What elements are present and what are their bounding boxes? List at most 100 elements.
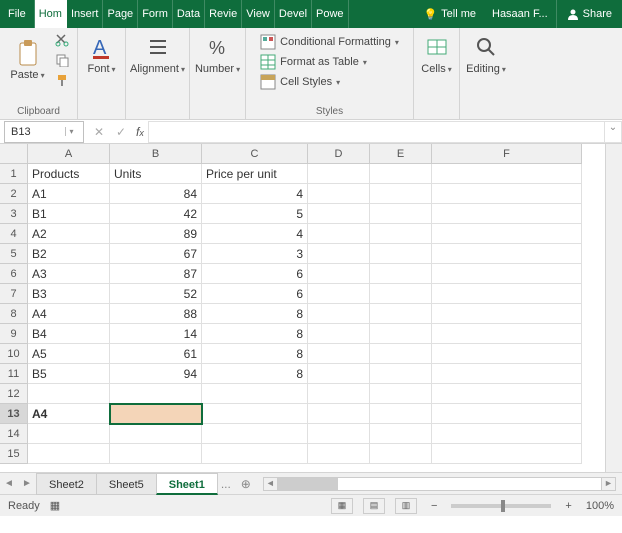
cell-F11[interactable] bbox=[432, 364, 582, 384]
ribbon-tab-form[interactable]: Form bbox=[138, 0, 173, 28]
zoom-level[interactable]: 100% bbox=[586, 500, 614, 512]
cell-C11[interactable]: 8 bbox=[202, 364, 308, 384]
conditional-formatting-button[interactable]: Conditional Formatting▾ bbox=[258, 33, 401, 51]
cell-F14[interactable] bbox=[432, 424, 582, 444]
cell-D4[interactable] bbox=[308, 224, 370, 244]
cell-E5[interactable] bbox=[370, 244, 432, 264]
cell-C12[interactable] bbox=[202, 384, 308, 404]
cell-A9[interactable]: B4 bbox=[28, 324, 110, 344]
ribbon-tab-insert[interactable]: Insert bbox=[67, 0, 104, 28]
sheet-tab-sheet1[interactable]: Sheet1 bbox=[156, 473, 218, 495]
cell-C5[interactable]: 3 bbox=[202, 244, 308, 264]
row-header-3[interactable]: 3 bbox=[0, 204, 28, 224]
cell-E15[interactable] bbox=[370, 444, 432, 464]
row-header-4[interactable]: 4 bbox=[0, 224, 28, 244]
cell-B4[interactable]: 89 bbox=[110, 224, 202, 244]
cell-F12[interactable] bbox=[432, 384, 582, 404]
row-header-8[interactable]: 8 bbox=[0, 304, 28, 324]
cell-E7[interactable] bbox=[370, 284, 432, 304]
row-header-15[interactable]: 15 bbox=[0, 444, 28, 464]
cell-E6[interactable] bbox=[370, 264, 432, 284]
cell-C14[interactable] bbox=[202, 424, 308, 444]
page-break-view-button[interactable]: ▥ bbox=[395, 498, 417, 514]
chevron-down-icon[interactable]: ▾ bbox=[65, 127, 77, 136]
cell-A1[interactable]: Products bbox=[28, 164, 110, 184]
macro-record-icon[interactable]: ▦ bbox=[50, 499, 60, 512]
cell-E10[interactable] bbox=[370, 344, 432, 364]
format-as-table-button[interactable]: Format as Table▾ bbox=[258, 53, 401, 71]
cell-E11[interactable] bbox=[370, 364, 432, 384]
zoom-in-button[interactable]: + bbox=[561, 500, 575, 512]
fx-icon[interactable]: fx bbox=[136, 125, 144, 139]
hscroll-right[interactable]: ► bbox=[601, 478, 615, 490]
cell-D9[interactable] bbox=[308, 324, 370, 344]
cell-D14[interactable] bbox=[308, 424, 370, 444]
cell-A7[interactable]: B3 bbox=[28, 284, 110, 304]
sheet-nav-next[interactable]: ► bbox=[18, 478, 36, 489]
cell-A8[interactable]: A4 bbox=[28, 304, 110, 324]
cell-C1[interactable]: Price per unit bbox=[202, 164, 308, 184]
number-button[interactable]: % Number▾ bbox=[191, 31, 244, 77]
ribbon-tab-devel[interactable]: Devel bbox=[275, 0, 312, 28]
cell-B15[interactable] bbox=[110, 444, 202, 464]
cell-B13[interactable] bbox=[110, 404, 202, 424]
cell-E13[interactable] bbox=[370, 404, 432, 424]
cell-A3[interactable]: B1 bbox=[28, 204, 110, 224]
row-header-13[interactable]: 13 bbox=[0, 404, 28, 424]
paste-button[interactable]: Paste▾ bbox=[6, 31, 48, 89]
cell-B2[interactable]: 84 bbox=[110, 184, 202, 204]
column-header-B[interactable]: B bbox=[110, 144, 202, 164]
cell-A2[interactable]: A1 bbox=[28, 184, 110, 204]
cell-A11[interactable]: B5 bbox=[28, 364, 110, 384]
cell-A12[interactable] bbox=[28, 384, 110, 404]
sheet-tab-sheet5[interactable]: Sheet5 bbox=[96, 473, 157, 495]
cell-C4[interactable]: 4 bbox=[202, 224, 308, 244]
cell-F9[interactable] bbox=[432, 324, 582, 344]
spreadsheet-grid[interactable]: ABCDEF 123456789101112131415 ProductsUni… bbox=[0, 144, 622, 472]
cell-D2[interactable] bbox=[308, 184, 370, 204]
ribbon-tab-revie[interactable]: Revie bbox=[205, 0, 242, 28]
copy-button[interactable] bbox=[53, 51, 71, 69]
format-painter-button[interactable] bbox=[53, 71, 71, 89]
row-header-9[interactable]: 9 bbox=[0, 324, 28, 344]
share-button[interactable]: Share bbox=[556, 0, 622, 28]
cell-B5[interactable]: 67 bbox=[110, 244, 202, 264]
row-header-6[interactable]: 6 bbox=[0, 264, 28, 284]
name-box[interactable]: B13▾ bbox=[4, 121, 84, 143]
editing-button[interactable]: Editing▾ bbox=[462, 31, 510, 77]
cell-E4[interactable] bbox=[370, 224, 432, 244]
cell-B3[interactable]: 42 bbox=[110, 204, 202, 224]
ribbon-tab-home[interactable]: Hom bbox=[35, 0, 67, 28]
cell-F13[interactable] bbox=[432, 404, 582, 424]
cell-C9[interactable]: 8 bbox=[202, 324, 308, 344]
cell-F6[interactable] bbox=[432, 264, 582, 284]
sheet-more[interactable]: ... bbox=[217, 477, 235, 491]
cell-A5[interactable]: B2 bbox=[28, 244, 110, 264]
cell-F7[interactable] bbox=[432, 284, 582, 304]
sheet-tab-sheet2[interactable]: Sheet2 bbox=[36, 473, 97, 495]
cell-B9[interactable]: 14 bbox=[110, 324, 202, 344]
cell-A13[interactable]: A4 bbox=[28, 404, 110, 424]
cell-D13[interactable] bbox=[308, 404, 370, 424]
cancel-formula-button[interactable]: ✕ bbox=[88, 125, 110, 139]
column-header-C[interactable]: C bbox=[202, 144, 308, 164]
cells-button[interactable]: Cells▾ bbox=[417, 31, 455, 77]
normal-view-button[interactable]: ▦ bbox=[331, 498, 353, 514]
row-header-14[interactable]: 14 bbox=[0, 424, 28, 444]
cell-D1[interactable] bbox=[308, 164, 370, 184]
accept-formula-button[interactable]: ✓ bbox=[110, 125, 132, 139]
cell-E14[interactable] bbox=[370, 424, 432, 444]
cell-A6[interactable]: A3 bbox=[28, 264, 110, 284]
cell-F4[interactable] bbox=[432, 224, 582, 244]
font-button[interactable]: A Font▾ bbox=[83, 31, 119, 77]
cell-styles-button[interactable]: Cell Styles▾ bbox=[258, 73, 401, 91]
alignment-button[interactable]: Alignment▾ bbox=[126, 31, 189, 77]
cell-E3[interactable] bbox=[370, 204, 432, 224]
cell-F8[interactable] bbox=[432, 304, 582, 324]
vertical-scrollbar[interactable] bbox=[605, 144, 622, 472]
cell-D5[interactable] bbox=[308, 244, 370, 264]
hscroll-left[interactable]: ◄ bbox=[264, 478, 278, 490]
cell-E2[interactable] bbox=[370, 184, 432, 204]
cell-B8[interactable]: 88 bbox=[110, 304, 202, 324]
cell-F3[interactable] bbox=[432, 204, 582, 224]
